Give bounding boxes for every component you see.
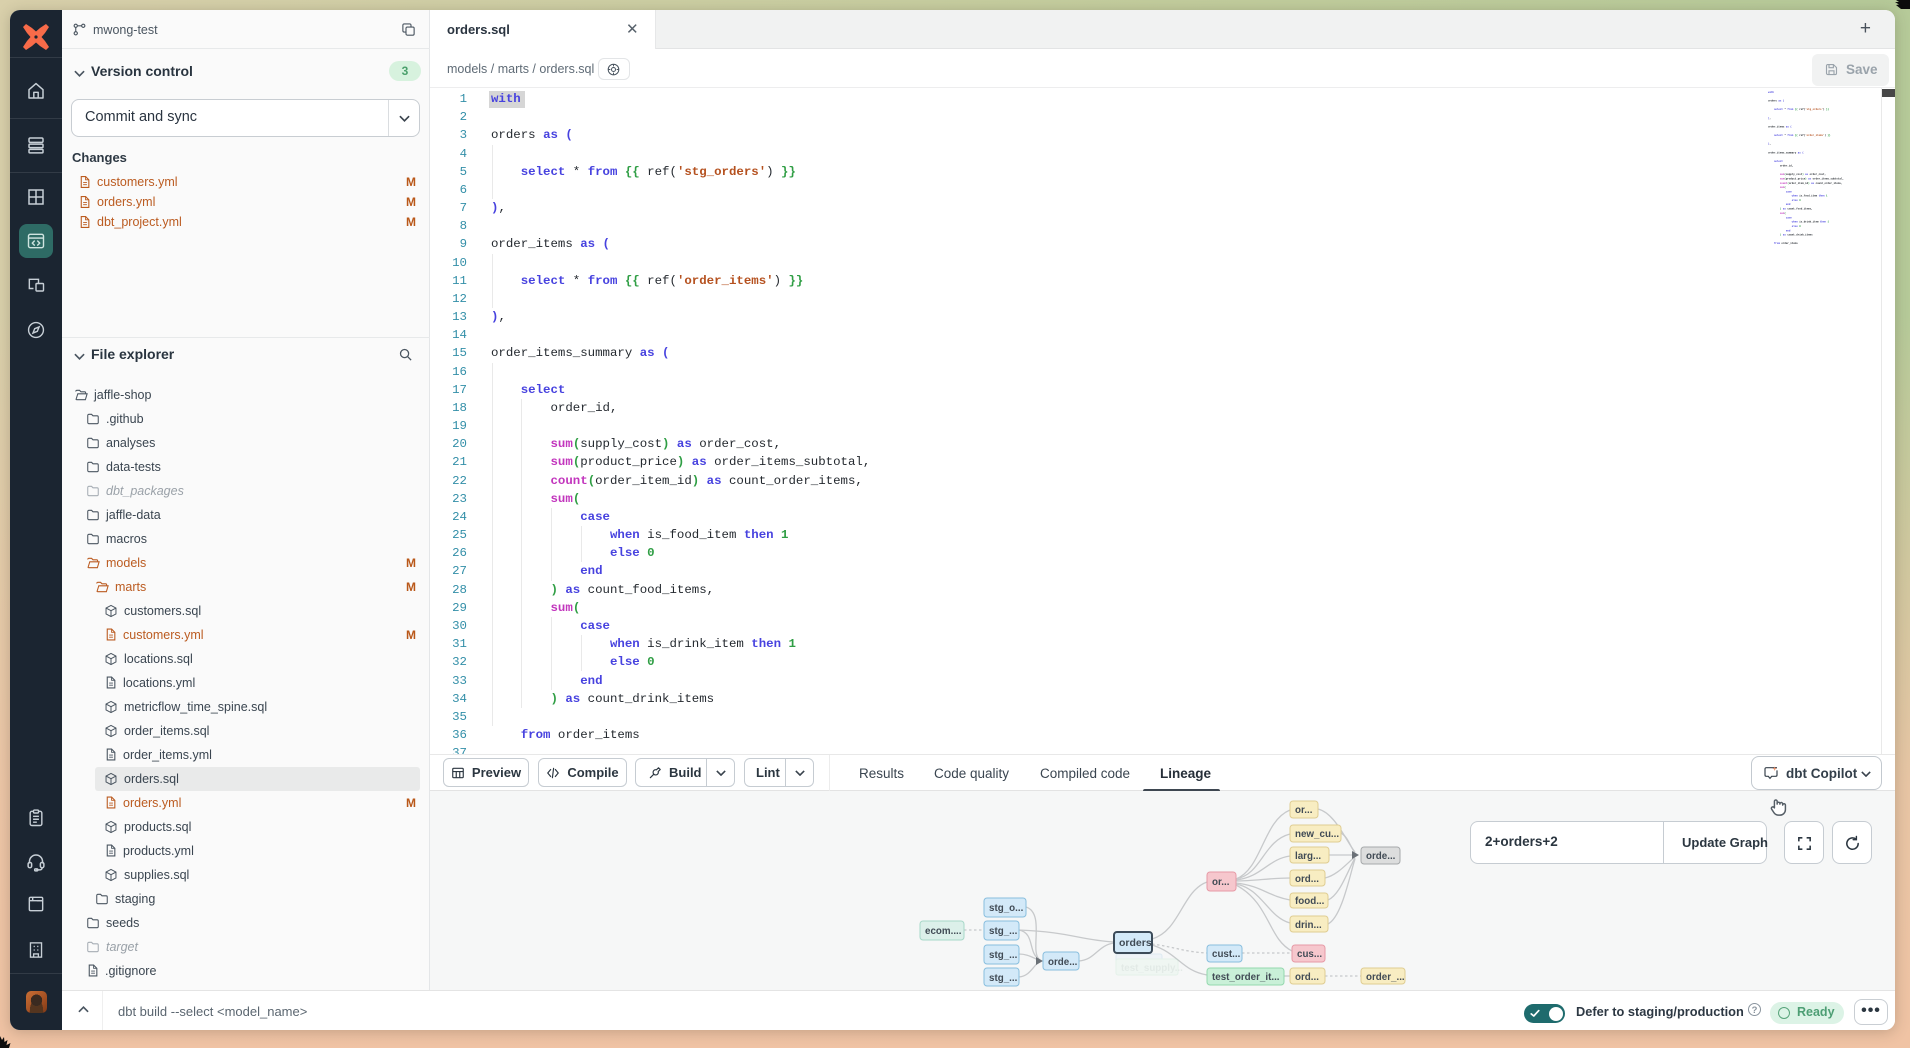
- svg-text:ecom....: ecom....: [925, 926, 962, 937]
- svg-text:cus...: cus...: [1297, 949, 1322, 960]
- svg-text:test_order_it...: test_order_it...: [1212, 972, 1280, 983]
- svg-text:stg_...: stg_...: [989, 973, 1018, 984]
- svg-text:or...: or...: [1212, 877, 1230, 888]
- svg-text:drin...: drin...: [1295, 920, 1322, 931]
- svg-text:order_...: order_...: [1366, 972, 1405, 983]
- svg-text:stg_o...: stg_o...: [989, 903, 1024, 914]
- svg-text:ord...: ord...: [1295, 874, 1319, 885]
- svg-text:test_supply...: test_supply...: [1121, 963, 1183, 974]
- svg-text:or...: or...: [1295, 805, 1313, 816]
- svg-text:cust...: cust...: [1212, 949, 1241, 960]
- svg-text:orde...: orde...: [1048, 957, 1078, 968]
- svg-text:ord...: ord...: [1295, 972, 1319, 983]
- svg-text:orde...: orde...: [1366, 851, 1396, 862]
- svg-text:food...: food...: [1295, 896, 1325, 907]
- svg-text:orders: orders: [1119, 937, 1152, 949]
- svg-text:new_cu...: new_cu...: [1295, 829, 1339, 840]
- svg-text:larg...: larg...: [1295, 851, 1321, 862]
- svg-text:stg_...: stg_...: [989, 926, 1018, 937]
- svg-text:stg_...: stg_...: [989, 950, 1018, 961]
